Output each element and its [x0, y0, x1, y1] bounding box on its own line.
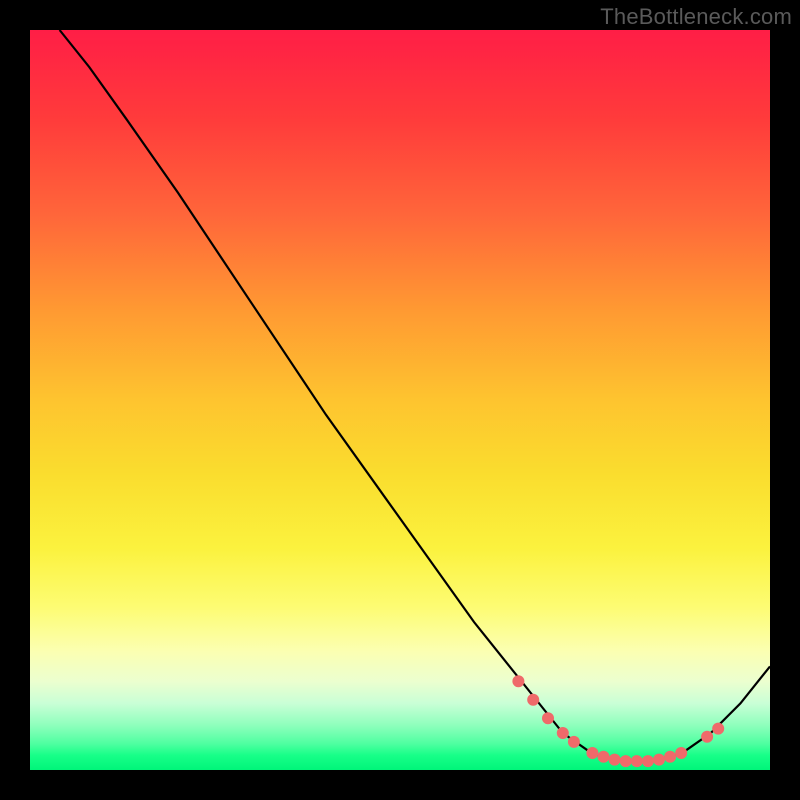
chart-svg — [30, 30, 770, 770]
data-dot — [675, 747, 687, 759]
data-dot — [701, 731, 713, 743]
data-dot — [653, 754, 665, 766]
watermark-text: TheBottleneck.com — [600, 4, 792, 30]
plot-area — [30, 30, 770, 770]
data-dot — [620, 755, 632, 767]
data-dot — [598, 751, 610, 763]
dot-layer — [512, 675, 724, 767]
data-dot — [512, 675, 524, 687]
data-dot — [557, 727, 569, 739]
data-dot — [664, 751, 676, 763]
data-dot — [712, 723, 724, 735]
chart-frame: TheBottleneck.com — [0, 0, 800, 800]
data-dot — [586, 747, 598, 759]
data-dot — [631, 755, 643, 767]
data-dot — [527, 694, 539, 706]
data-dot — [568, 736, 580, 748]
bottleneck-curve — [60, 30, 770, 761]
data-dot — [609, 754, 621, 766]
data-dot — [642, 755, 654, 767]
data-dot — [542, 712, 554, 724]
